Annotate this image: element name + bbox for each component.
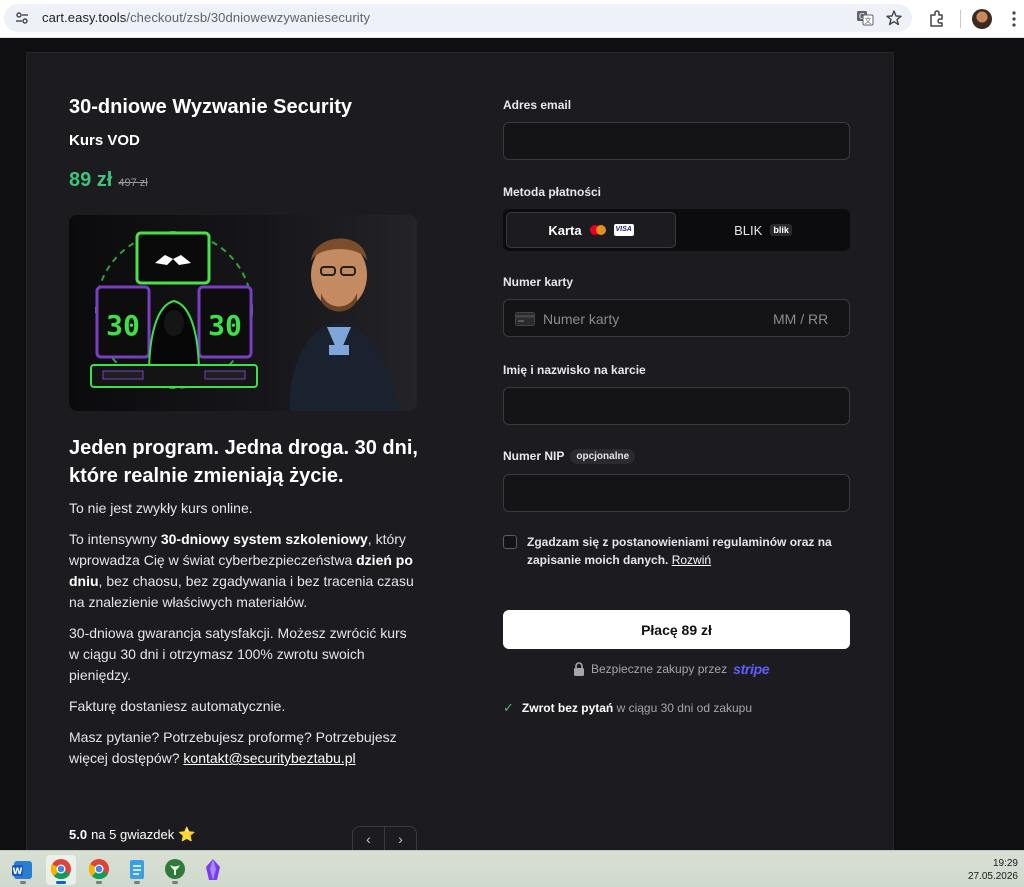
refund-bold: Zwrot bez pytań <box>521 701 614 715</box>
secure-payment-note: Bezpieczne zakupy przez stripe <box>573 661 770 677</box>
description-guarantee: 30-dniowa gwarancja satysfakcji. Możesz … <box>69 625 407 683</box>
toolbar-separator <box>960 10 961 28</box>
email-label: Adres email <box>503 98 572 112</box>
taskbar-notepad-app[interactable] <box>122 855 152 885</box>
taskbar-indicator <box>96 881 102 884</box>
browser-toolbar: cart.easy.tools/checkout/zsb/30dniowewzy… <box>0 0 1024 38</box>
card-icon <box>515 312 535 326</box>
obsidian-icon <box>206 859 220 880</box>
payment-method-label: Metoda płatności <box>503 185 602 199</box>
refund-note: ✓ Zwrot bez pytań w ciągu 30 dni od zaku… <box>503 700 752 716</box>
taskbar-indicator <box>134 881 140 884</box>
taskbar-indicator <box>56 881 66 884</box>
hero-text-right: 30 <box>208 309 242 342</box>
description-invoice: Fakturę dostaniesz automatycznie. <box>69 698 286 714</box>
payment-option-card[interactable]: Karta VISA <box>506 212 676 248</box>
secure-text: Bezpieczne zakupy przez <box>591 662 728 676</box>
hero-text-left: 30 <box>106 309 140 342</box>
card-number-label: Numer karty <box>503 275 574 289</box>
refund-rest: w ciągu 30 dni od zakupu <box>616 701 753 715</box>
check-icon: ✓ <box>503 700 514 715</box>
payment-option-card-label: Karta <box>548 222 582 238</box>
blik-icon: blik <box>770 224 792 236</box>
product-subtitle: Kurs VOD <box>69 132 140 149</box>
price-row: 89 zł 497 zł <box>69 169 148 192</box>
cardholder-name-field[interactable] <box>503 387 850 425</box>
more-menu-icon[interactable] <box>1004 9 1024 29</box>
url-host: cart.easy.tools <box>42 10 127 25</box>
system-clock[interactable]: 19:29 27.05.2026 <box>968 857 1018 883</box>
payment-method-toggle: Karta VISA BLIK blik <box>503 209 850 251</box>
description-intro: To nie jest zwykły kurs online. <box>69 500 253 516</box>
taskbar-obsidian-app[interactable] <box>198 855 228 885</box>
carousel-next-button[interactable]: › <box>384 827 416 850</box>
svg-text:文: 文 <box>865 16 872 25</box>
url-text[interactable]: cart.easy.tools/checkout/zsb/30dniowewzy… <box>42 10 370 25</box>
terms-text: Zgadzam się z postanowieniami regulaminó… <box>527 535 832 567</box>
address-bar[interactable]: cart.easy.tools/checkout/zsb/30dniowewzy… <box>4 4 912 32</box>
taskbar-word-app[interactable]: W <box>8 855 38 885</box>
site-settings-icon[interactable] <box>14 10 30 26</box>
nip-label: Numer NIP opcjonalne <box>503 449 636 464</box>
price: 89 zł <box>69 169 113 191</box>
star-icon: ⭐ <box>178 826 196 842</box>
product-title: 30-dniowe Wyzwanie Security <box>69 96 353 118</box>
url-path: /checkout/zsb/30dniowewzywaniesecurity <box>126 10 371 25</box>
contact-email-link[interactable]: kontakt@securitybeztabu.pl <box>183 750 355 766</box>
terms-checkbox[interactable] <box>503 535 517 549</box>
product-hero-image: 30 30 <box>69 215 417 411</box>
hero-illustration: 30 30 <box>90 231 399 411</box>
taskbar-indicator <box>172 881 178 884</box>
lock-icon <box>574 662 584 676</box>
taskbar-chrome-app[interactable] <box>84 855 114 885</box>
rating-score: 5.0 <box>69 827 88 842</box>
carousel-prev-button[interactable]: ‹ <box>353 827 384 850</box>
stripe-logo: stripe <box>733 661 770 677</box>
clock-time: 19:29 <box>992 858 1018 869</box>
pay-button[interactable]: Płacę 89 zł <box>503 610 850 649</box>
svg-text:W: W <box>13 867 23 877</box>
taskbar-indicator <box>20 881 26 884</box>
email-field[interactable] <box>503 122 850 160</box>
profile-avatar[interactable] <box>972 9 992 29</box>
old-price: 497 zł <box>118 177 148 189</box>
visa-icon: VISA <box>613 224 634 236</box>
taskbar-kali-app[interactable] <box>160 855 190 885</box>
terms-expand-link[interactable]: Rozwiń <box>672 553 711 567</box>
mastercard-icon <box>589 225 606 235</box>
review-carousel-controls: ‹ › <box>352 826 417 850</box>
card-number-field[interactable]: Numer karty MM / RR <box>503 299 850 337</box>
cardholder-name-label: Imię i nazwisko na karcie <box>503 363 646 377</box>
description-contact: Masz pytanie? Potrzebujesz proformę? Pot… <box>69 729 397 766</box>
payment-option-blik-label: BLIK <box>734 222 763 238</box>
optional-badge: opcjonalne <box>570 449 636 464</box>
taskbar-chrome-app-active[interactable] <box>46 855 76 885</box>
taskbar: W 19:29 27.05.2026 <box>0 850 1024 887</box>
nip-field[interactable] <box>503 474 850 512</box>
clock-date: 27.05.2026 <box>967 871 1018 882</box>
rating-label: na 5 gwiazdek <box>91 827 175 842</box>
bookmark-star-icon[interactable] <box>885 9 903 27</box>
rating: 5.0 na 5 gwiazdek ⭐ <box>69 826 196 843</box>
card-expiry-placeholder[interactable]: MM / RR <box>773 311 828 327</box>
payment-option-blik[interactable]: BLIK blik <box>679 212 847 248</box>
translate-icon[interactable]: G 文 <box>856 9 874 27</box>
description-headline: Jeden program. Jedna droga. 30 dni, któr… <box>69 437 418 487</box>
extensions-icon[interactable] <box>927 9 947 29</box>
description-program: To intensywny 30-dniowy system szkolenio… <box>69 531 414 610</box>
card-number-placeholder: Numer karty <box>543 311 620 327</box>
